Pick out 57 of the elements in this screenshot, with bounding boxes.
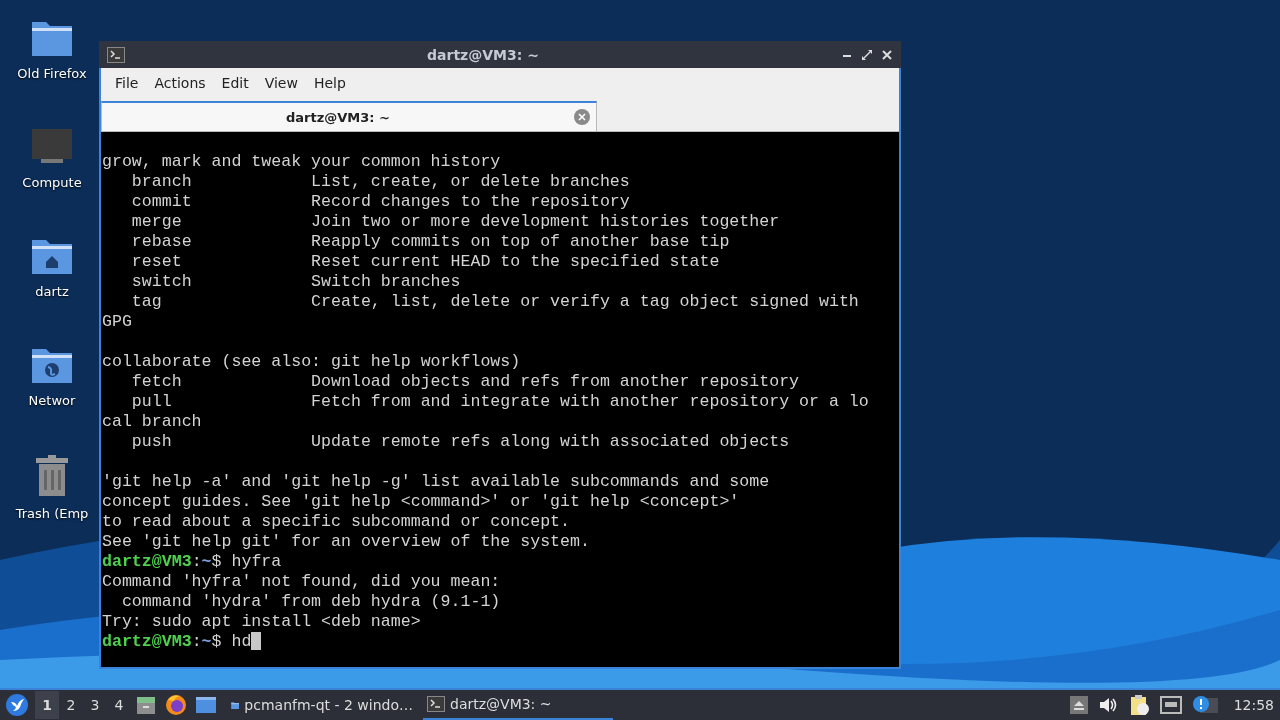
close-icon[interactable] [881,48,893,61]
terminal-line: See 'git help git' for an overview of the system. [102,532,590,552]
tab[interactable]: dartz@VM3: ~ [101,101,597,131]
terminal-line: switch Switch branches [130,272,461,292]
terminal-area[interactable] [101,132,899,667]
clock[interactable]: 12:58 [1233,697,1274,713]
menu-item[interactable]: Help [305,71,354,95]
terminal-line: rebase Reapply commits on top of another base tip [130,232,730,252]
icon-label: Compute [22,175,82,190]
workspace-button[interactable]: 1 [35,691,59,719]
menu-item[interactable]: View [256,71,306,95]
tab-label: dartz@VM3: ~ [285,109,391,125]
terminal-line: concept guides. See 'git help <command>' or 'git help <concept>' [102,492,740,512]
workspace-button[interactable]: 4 [107,691,131,719]
terminal-line: cal branch [102,412,202,432]
desktop-icon[interactable] [195,695,217,715]
icon-label: Old Firefox [17,66,87,81]
notification-icon[interactable] [1191,695,1218,715]
terminal-line: tag Create, list, delete or verify a tag object signed with [130,292,859,312]
browser-icon[interactable] [165,694,187,716]
workspace-button[interactable]: 2 [59,691,83,719]
terminal-icon [107,46,125,63]
terminal-line: grow, mark and tweak your common history [102,152,501,172]
window-title: dartz@VM3: ~ [426,46,540,63]
task-button[interactable]: dartz@VM3: ~ [423,690,613,720]
eject-icon[interactable] [1069,696,1088,714]
workspace-button[interactable]: 3 [83,691,107,719]
icon-label: dartz [35,284,69,299]
terminal-line: GPG [102,312,132,332]
task-button[interactable]: pcmanfm-qt - 2 windo… [227,690,417,720]
icon-label: Trash (Emp [15,506,89,521]
maximize-icon[interactable] [861,48,873,61]
terminal-line: Command 'hyfra' not found, did you mean: [102,572,501,592]
terminal-line: to read about a specific subcommand or concept. [102,512,571,532]
terminal-line: merge Join two or more development histories together [130,212,780,232]
menu-item[interactable]: Edit [213,71,257,95]
terminal-line: command 'hydra' from deb hydra (9.1-1) [120,592,501,612]
file-cabinet-icon[interactable] [135,694,157,716]
volume-icon[interactable] [1097,696,1118,714]
terminal-line: branch List, create, or delete branches [130,172,630,192]
terminal-line: pull Fetch from and integrate with another repository or a lo [130,392,869,412]
close-tab-icon[interactable] [574,109,590,125]
prompt-line: dartz@VM3:~$ hyfra [102,552,282,572]
terminal-line: collaborate (see also: git help workflows) [102,352,521,372]
prompt-line: dartz@VM3:~$ hd [102,632,262,652]
terminal-line: push Update remote refs along with associated objects [130,432,790,452]
menu-item[interactable]: File [107,71,147,95]
icon-label: Networ [28,393,76,408]
terminal-line: Try: sudo apt install <deb name> [102,612,421,632]
terminal-line: commit Record changes to the repository [130,192,630,212]
network-icon[interactable] [1159,696,1182,714]
terminal-line: fetch Download objects and refs from another repository [130,372,800,392]
terminal-line: 'git help -a' and 'git help -g' list available subcommands and some [102,472,770,492]
start-menu-icon[interactable] [5,693,29,717]
terminal-icon [427,696,445,712]
menu-item[interactable]: Actions [146,71,214,95]
terminal-line: reset Reset current HEAD to the specified state [130,252,720,272]
